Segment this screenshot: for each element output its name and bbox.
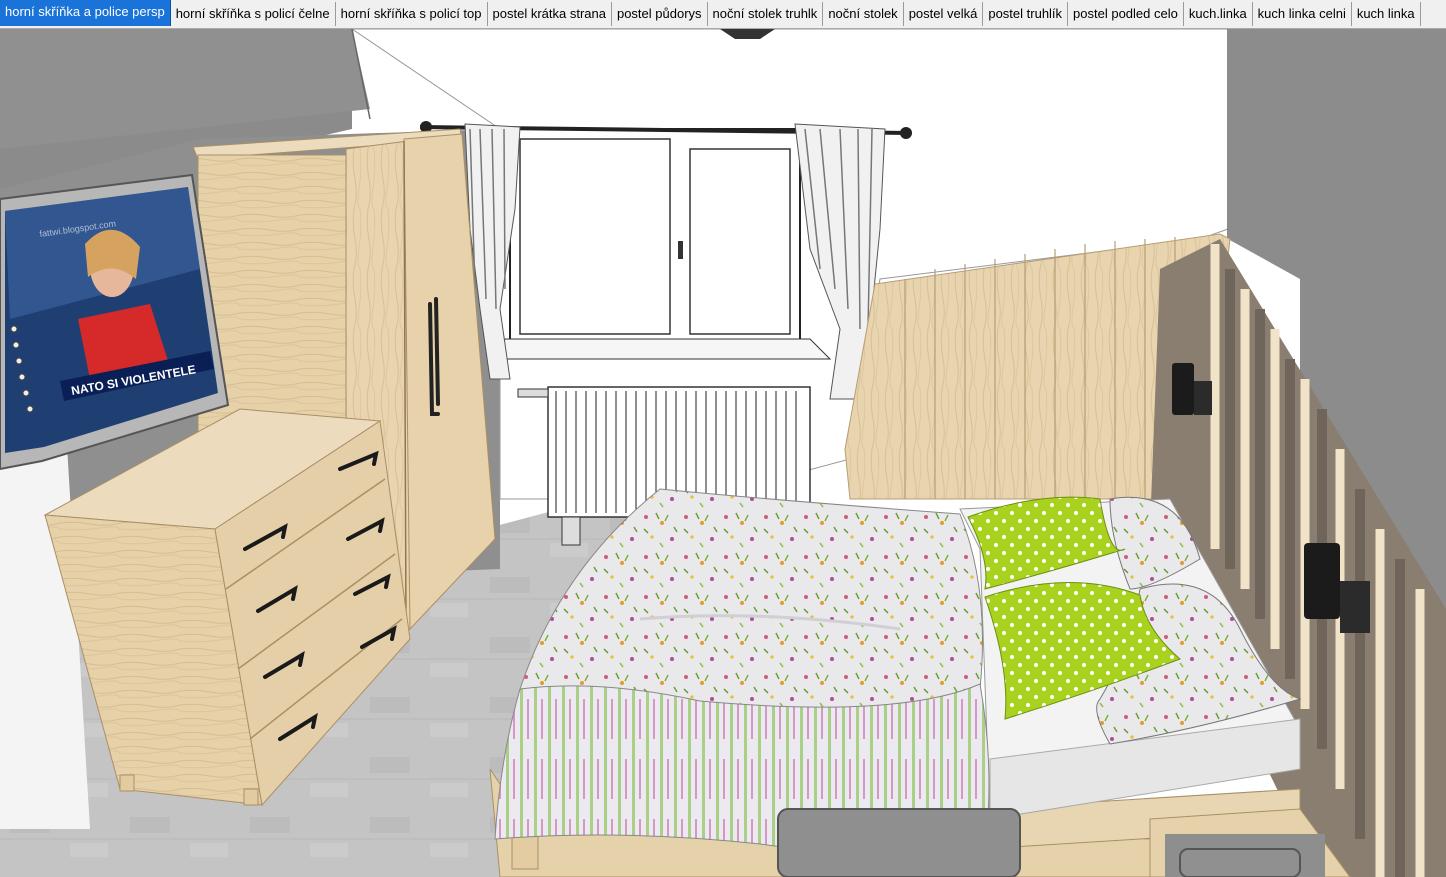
- scene-tab[interactable]: postel podled celo: [1068, 2, 1184, 26]
- scene-tab[interactable]: postel truhlík: [983, 2, 1069, 26]
- scene-tab[interactable]: postel velká: [904, 2, 984, 26]
- scene-tab-bar: horní skříňka a police persp horní skříňk…: [0, 0, 1446, 29]
- 3d-viewport[interactable]: NATO SI VIOLENTELE fattwi.blogspot.com: [0, 29, 1446, 877]
- window: [494, 128, 832, 360]
- scene-tab[interactable]: kuch linka: [1352, 2, 1421, 26]
- scene-tab[interactable]: postel půdorys: [612, 2, 708, 26]
- scene-tab[interactable]: horní skříňka a police persp: [0, 0, 171, 26]
- scene-tab[interactable]: noční stolek: [823, 2, 904, 26]
- scene-tab[interactable]: horní skříňka s policí čelne: [171, 2, 336, 26]
- scene-tab[interactable]: postel krátka strana: [488, 2, 612, 26]
- scene-tab[interactable]: noční stolek truhlk: [708, 2, 824, 26]
- scene-tab[interactable]: horní skříňka s policí top: [336, 2, 488, 26]
- scene-tab[interactable]: kuch linka celni: [1253, 2, 1352, 26]
- scene-tab[interactable]: kuch.linka: [1184, 2, 1253, 26]
